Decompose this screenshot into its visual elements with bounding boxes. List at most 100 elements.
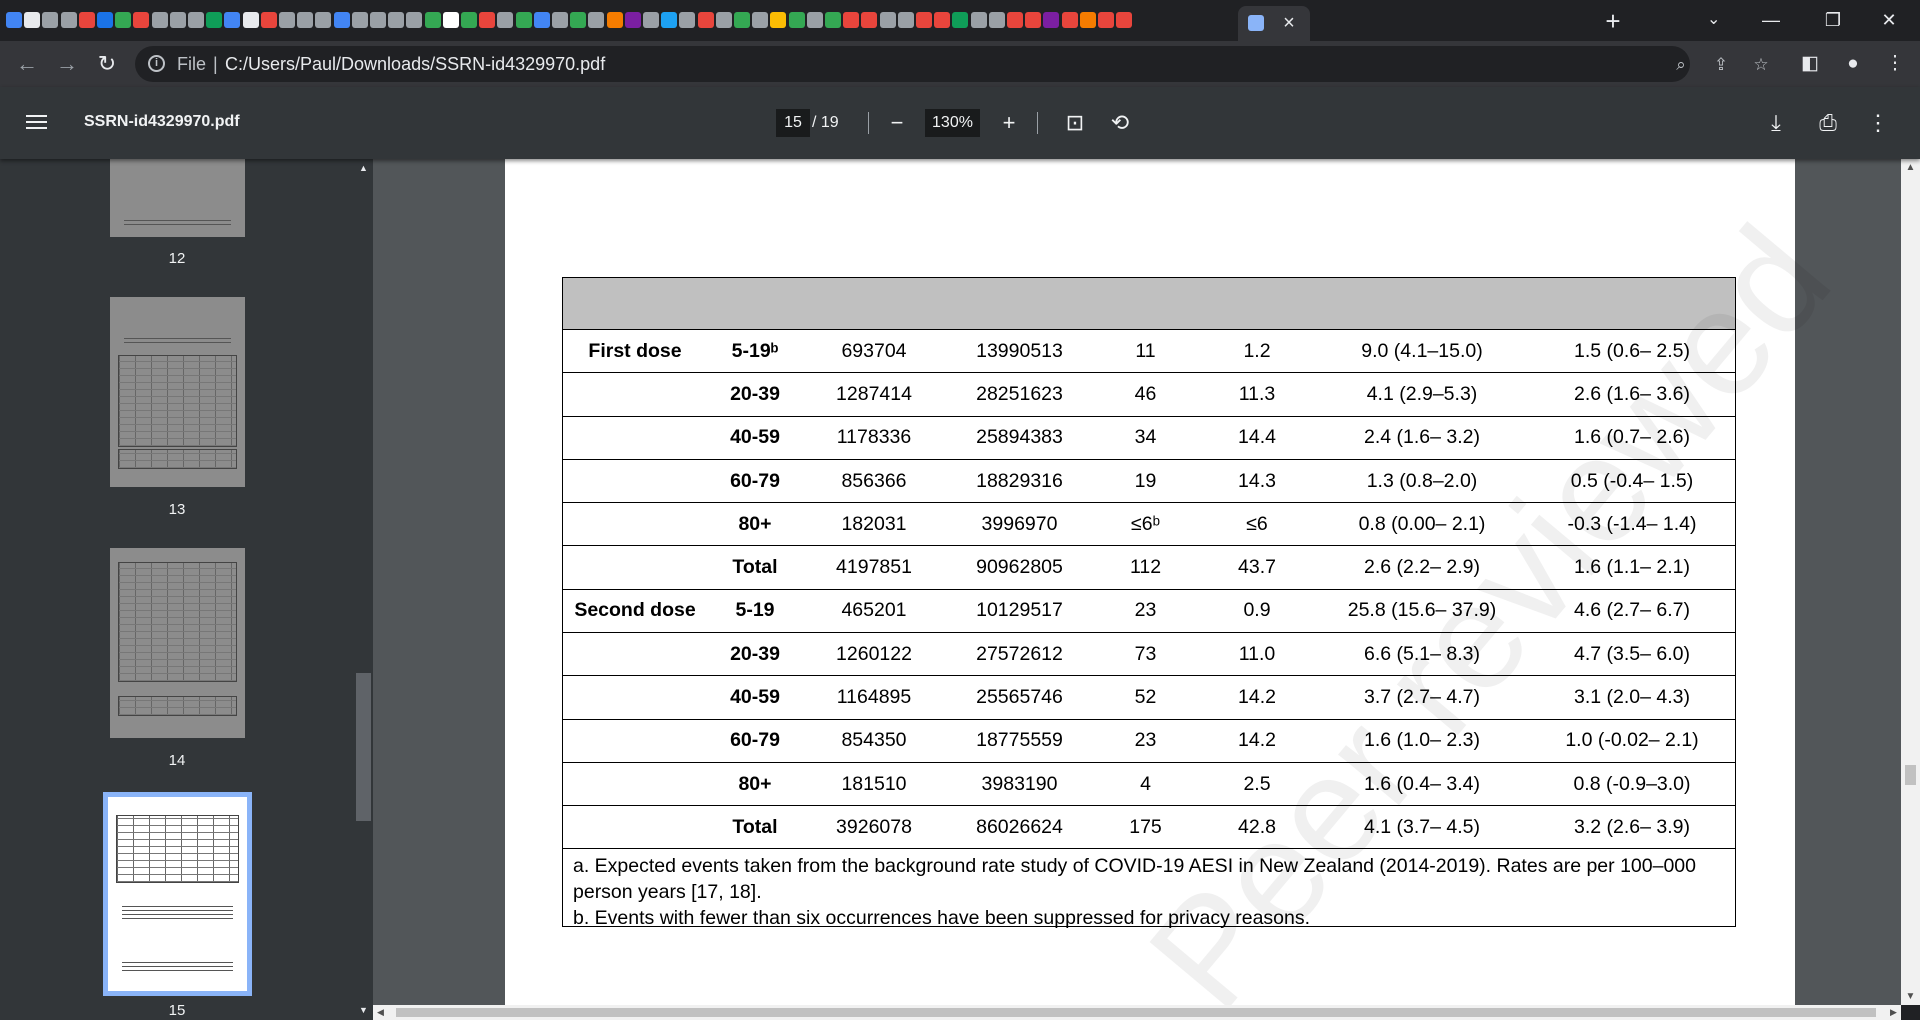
- tab-favicon-icon[interactable]: [442, 12, 459, 28]
- tab-favicon-icon[interactable]: [916, 12, 932, 28]
- scroll-up-arrow-icon[interactable]: ▲: [1901, 159, 1920, 176]
- tab-favicon-icon[interactable]: [479, 12, 496, 28]
- tab-favicon-icon[interactable]: [843, 12, 860, 28]
- scrollbar-thumb[interactable]: [356, 673, 371, 821]
- share-icon[interactable]: ⇪: [1710, 54, 1732, 76]
- tab-favicon-icon[interactable]: [78, 12, 95, 28]
- active-tab[interactable]: ×: [1238, 6, 1310, 41]
- print-icon[interactable]: ⎙: [1814, 109, 1842, 137]
- restore-button[interactable]: ❐: [1810, 4, 1856, 36]
- tab-favicon-icon[interactable]: [861, 12, 878, 28]
- tab-favicon-icon[interactable]: [515, 12, 532, 28]
- zoom-in-icon[interactable]: +: [995, 109, 1023, 137]
- sidebar-menu-icon[interactable]: [26, 111, 50, 135]
- scroll-down-arrow-icon[interactable]: ▼: [354, 1003, 373, 1018]
- tab-favicon-icon[interactable]: [461, 12, 477, 28]
- close-window-button[interactable]: ✕: [1866, 4, 1912, 36]
- page-thumbnail[interactable]: [110, 297, 245, 487]
- tab-favicon-icon[interactable]: [1061, 12, 1078, 28]
- tab-favicon-icon[interactable]: [734, 12, 750, 28]
- tab-favicon-icon[interactable]: [952, 12, 969, 28]
- zoom-input[interactable]: 130%: [925, 109, 980, 137]
- back-arrow-icon[interactable]: ←: [12, 49, 42, 79]
- tab-favicon-icon[interactable]: [624, 12, 641, 28]
- scroll-down-arrow-icon[interactable]: ▼: [1901, 988, 1920, 1005]
- tab-favicon-icon[interactable]: [42, 12, 59, 28]
- tab-favicon-icon[interactable]: [1079, 12, 1096, 28]
- download-icon[interactable]: ⤓: [1762, 109, 1790, 137]
- tab-favicon-icon[interactable]: [206, 12, 223, 28]
- tab-favicon-icon[interactable]: [1025, 12, 1042, 28]
- tab-favicon-icon[interactable]: [988, 12, 1005, 28]
- tab-favicon-icon[interactable]: [315, 12, 332, 28]
- tab-favicon-icon[interactable]: [497, 12, 514, 28]
- scroll-right-arrow-icon[interactable]: ▶: [1886, 1005, 1901, 1020]
- tab-favicon-icon[interactable]: [188, 12, 204, 28]
- tab-favicon-icon[interactable]: [588, 12, 605, 28]
- tab-favicon-icon[interactable]: [679, 12, 696, 28]
- tab-favicon-icon[interactable]: [643, 12, 659, 28]
- tab-favicon-icon[interactable]: [806, 12, 823, 28]
- tab-favicon-icon[interactable]: [297, 12, 314, 28]
- rotate-icon[interactable]: ⟲: [1106, 109, 1134, 137]
- tab-favicon-icon[interactable]: [97, 12, 113, 28]
- scroll-up-arrow-icon[interactable]: ▲: [354, 161, 373, 176]
- viewer-horizontal-scrollbar[interactable]: ◀ ▶: [373, 1005, 1901, 1020]
- tab-favicon-icon[interactable]: [115, 12, 132, 28]
- tab-favicon-icon[interactable]: [60, 12, 77, 28]
- tab-favicon-icon[interactable]: [661, 12, 678, 28]
- more-actions-icon[interactable]: ⋮: [1864, 109, 1892, 137]
- page-thumbnail[interactable]: [110, 548, 245, 738]
- tab-favicon-icon[interactable]: [570, 12, 587, 28]
- more-menu-icon[interactable]: ⋮: [1880, 49, 1910, 79]
- tab-favicon-icon[interactable]: [24, 12, 41, 28]
- tab-favicon-icon[interactable]: [351, 12, 368, 28]
- tab-favicon-icon[interactable]: [715, 12, 732, 28]
- viewer-vertical-scrollbar[interactable]: ▲ ▼: [1901, 159, 1920, 1005]
- minimize-button[interactable]: —: [1748, 4, 1794, 36]
- tab-favicon-icon[interactable]: [934, 12, 951, 28]
- scroll-left-arrow-icon[interactable]: ◀: [373, 1005, 388, 1020]
- bookmark-star-icon[interactable]: ☆: [1750, 54, 1772, 76]
- url-text[interactable]: C:/Users/Paul/Downloads/SSRN-id4329970.p…: [225, 54, 605, 75]
- scrollbar-thumb[interactable]: [396, 1008, 1876, 1017]
- fit-to-page-icon[interactable]: ⊡: [1061, 109, 1089, 137]
- page-thumbnail[interactable]: [110, 159, 245, 237]
- page-thumbnail-selected[interactable]: [103, 792, 252, 996]
- new-tab-button[interactable]: +: [1600, 8, 1626, 35]
- scrollbar-thumb[interactable]: [1905, 765, 1916, 785]
- info-icon[interactable]: i: [148, 55, 165, 72]
- tab-favicon-icon[interactable]: [788, 12, 805, 28]
- tab-favicon-icon[interactable]: [424, 12, 441, 28]
- tab-favicon-icon[interactable]: [388, 12, 405, 28]
- tab-favicon-icon[interactable]: [697, 12, 714, 28]
- tab-favicon-icon[interactable]: [279, 12, 295, 28]
- page-number-input[interactable]: 15: [776, 109, 810, 137]
- address-bar[interactable]: i File | C:/Users/Paul/Downloads/SSRN-id…: [135, 46, 1769, 82]
- tab-favicon-icon[interactable]: [169, 12, 186, 28]
- tab-favicon-icon[interactable]: [879, 12, 896, 28]
- tab-favicon-icon[interactable]: [1098, 12, 1114, 28]
- tab-favicon-icon[interactable]: [533, 12, 550, 28]
- tab-favicon-icon[interactable]: [406, 12, 423, 28]
- tab-favicon-icon[interactable]: [133, 12, 150, 28]
- tab-favicon-icon[interactable]: [552, 12, 568, 28]
- zoom-icon[interactable]: ⌕: [1670, 54, 1692, 76]
- tab-favicon-icon[interactable]: [151, 12, 168, 28]
- zoom-out-icon[interactable]: −: [883, 109, 911, 137]
- tab-search-icon[interactable]: ⌄: [1707, 9, 1720, 29]
- tab-favicon-icon[interactable]: [825, 12, 841, 28]
- tab-favicon-icon[interactable]: [752, 12, 769, 28]
- tab-favicon-icon[interactable]: [970, 12, 987, 28]
- tab-favicon-icon[interactable]: [6, 12, 22, 28]
- tab-favicon-icon[interactable]: [1116, 12, 1133, 28]
- reload-icon[interactable]: ↻: [92, 49, 122, 79]
- sidebar-scrollbar[interactable]: ▲ ▼: [354, 159, 373, 1020]
- tab-favicon-icon[interactable]: [224, 12, 241, 28]
- tab-favicon-icon[interactable]: [333, 12, 350, 28]
- tab-favicon-icon[interactable]: [242, 12, 259, 28]
- forward-arrow-icon[interactable]: →: [52, 49, 82, 79]
- tab-favicon-icon[interactable]: [897, 12, 914, 28]
- tab-favicon-icon[interactable]: [1007, 12, 1023, 28]
- tab-favicon-icon[interactable]: [370, 12, 386, 28]
